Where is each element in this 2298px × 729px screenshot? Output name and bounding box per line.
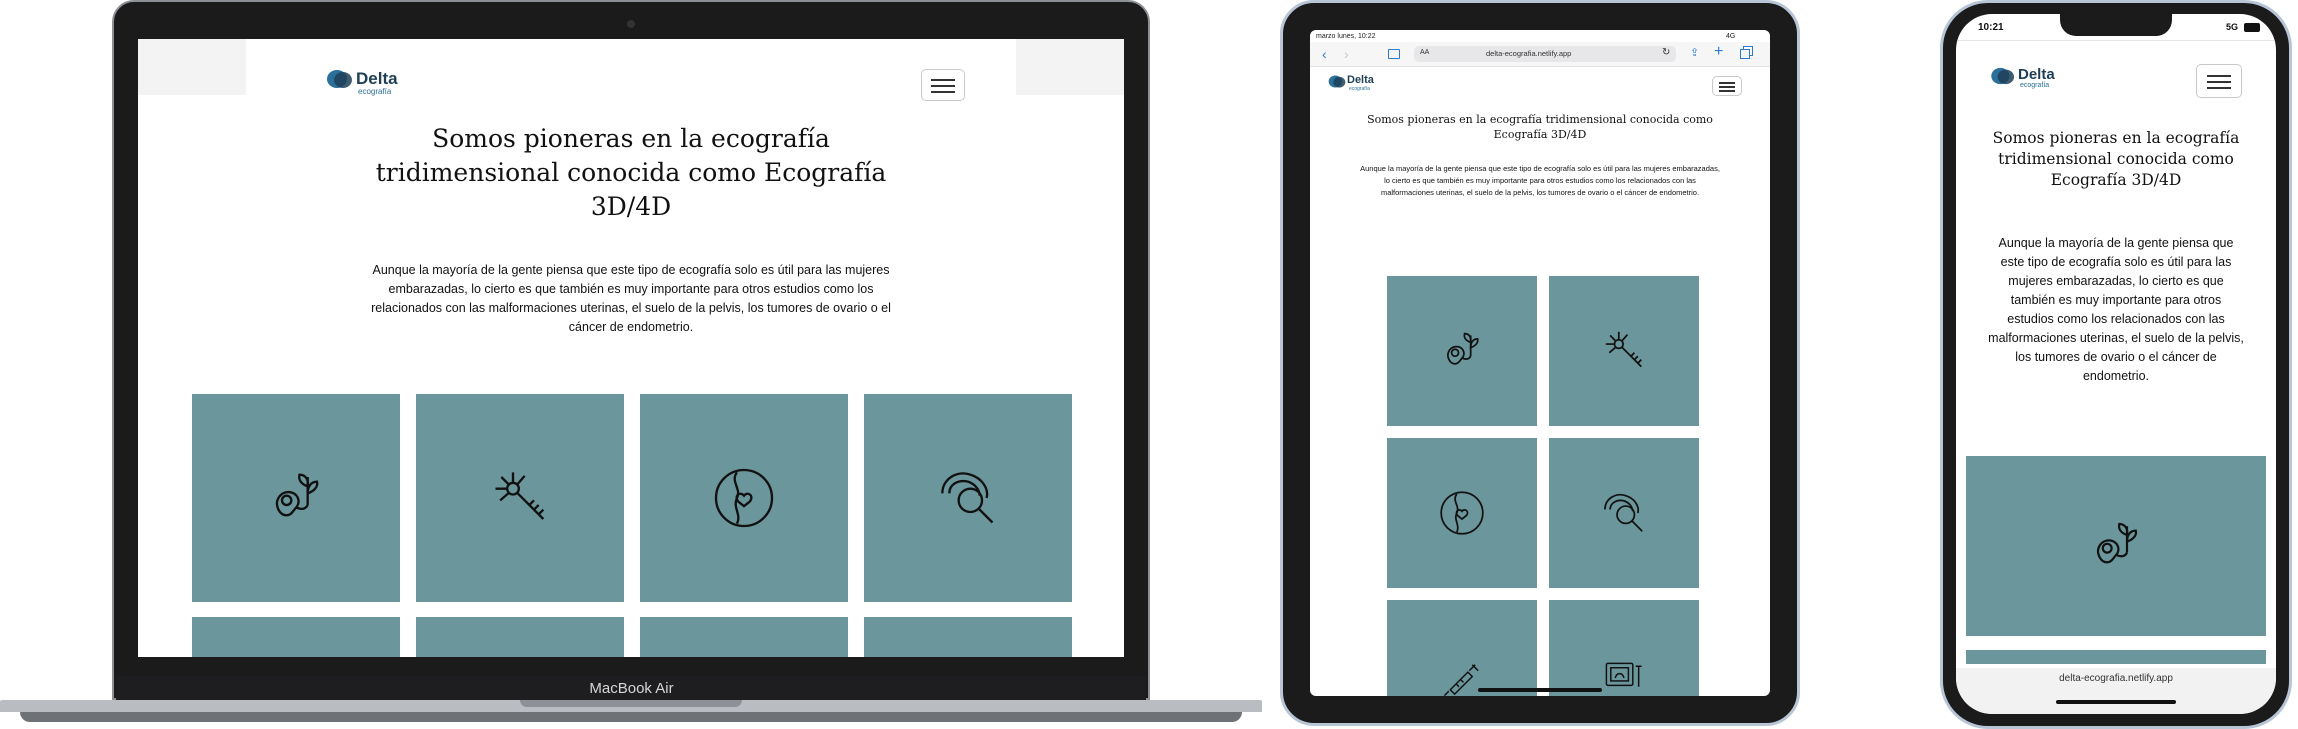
service-tile[interactable] (1549, 600, 1699, 696)
phone-status-time: 10:21 (1978, 22, 2004, 33)
intro-text: Aunque la mayoría de la gente piensa que… (1988, 236, 2244, 383)
share-icon[interactable]: ⇪ (1690, 46, 1699, 59)
intro-text: Aunque la mayoría de la gente piensa que… (1360, 164, 1720, 197)
reader-icon[interactable] (1388, 49, 1400, 59)
logo-icon (1328, 75, 1346, 88)
service-tile[interactable] (640, 394, 848, 602)
phone-address-bar[interactable]: delta-ecografia.netlify.app (1956, 668, 2276, 714)
logo-tagline: ecografía (2020, 82, 2050, 89)
notch (2060, 14, 2172, 36)
ovary-magnifier-icon (1604, 493, 1643, 532)
service-tile[interactable] (192, 394, 400, 602)
laptop-notch (520, 700, 742, 707)
back-icon[interactable]: ‹ (1322, 46, 1327, 62)
menu-toggle-button[interactable] (2196, 64, 2242, 98)
logo[interactable]: Delta ecografía (1990, 66, 2055, 91)
service-tile[interactable] (1549, 276, 1699, 426)
service-tile[interactable] (1387, 438, 1537, 588)
new-tab-icon[interactable]: + (1714, 43, 1723, 61)
service-tile[interactable] (864, 394, 1072, 602)
logo-tagline: ecografía (1349, 86, 1370, 92)
logo-tagline: ecografía (358, 87, 392, 96)
service-tile[interactable] (1387, 276, 1537, 426)
battery-icon (2244, 23, 2260, 32)
fetus-icon (2097, 522, 2138, 564)
service-tile[interactable] (416, 394, 624, 602)
divider (1956, 40, 2276, 41)
fetus-icon (275, 473, 319, 517)
tablet-status-time: marzo lunes, 10:22 (1316, 33, 1376, 40)
camera (627, 20, 635, 28)
service-tile[interactable] (864, 617, 1072, 657)
url-text: delta-ecografia.netlify.app (2059, 673, 2173, 684)
ovary-magnifier-icon (941, 472, 994, 524)
home-indicator[interactable] (1478, 688, 1602, 692)
service-tile[interactable] (192, 617, 400, 657)
page-title: Somos pioneras en la ecografía tridimens… (1367, 113, 1713, 141)
logo-name: Delta (2018, 66, 2055, 83)
service-tile[interactable] (1966, 456, 2266, 636)
service-tile[interactable] (1966, 650, 2266, 664)
fetus-icon (1447, 332, 1479, 365)
service-tile[interactable] (416, 617, 624, 657)
tabs-icon[interactable] (1740, 49, 1750, 59)
uterus-icon (1440, 491, 1484, 535)
text-size-button[interactable]: AA (1420, 49, 1429, 56)
intro-text: Aunque la mayoría de la gente piensa que… (371, 263, 891, 334)
neuron-icon (495, 472, 545, 520)
uterus-icon (714, 468, 774, 528)
menu-toggle-button[interactable] (1712, 76, 1742, 96)
laptop-screen: Delta ecografía Somos pioneras en la eco… (138, 39, 1124, 657)
logo-name: Delta (1347, 74, 1374, 86)
reload-icon[interactable]: ↻ (1662, 47, 1670, 58)
logo[interactable]: Delta ecografía (326, 68, 398, 96)
page-title: Somos pioneras en la ecografía tridimens… (1992, 129, 2240, 189)
address-bar[interactable]: AA delta-ecografia.netlify.app ↻ (1414, 46, 1676, 62)
logo[interactable]: Delta ecografía (1328, 74, 1374, 94)
menu-toggle-button[interactable] (921, 69, 965, 101)
page-title: Somos pioneras en la ecografía tridimens… (375, 124, 887, 221)
home-indicator[interactable] (2056, 700, 2176, 704)
tablet-status-signal: 4G (1726, 33, 1736, 40)
service-tile[interactable] (640, 617, 848, 657)
ultrasound-monitor-icon (1605, 662, 1642, 687)
laptop-model-label: MacBook Air (589, 680, 674, 697)
tablet-screen: marzo lunes, 10:22 4G ‹ › AA delta-ecogr… (1310, 30, 1770, 696)
logo-name: Delta (356, 69, 398, 88)
neuron-icon (1605, 331, 1642, 368)
service-tile[interactable] (1549, 438, 1699, 588)
url-text: delta-ecografia.netlify.app (1486, 49, 1572, 58)
logo-icon (327, 70, 352, 88)
service-tile[interactable] (1387, 600, 1537, 696)
phone-status-signal: 5G (2226, 22, 2239, 32)
logo-icon (1991, 67, 2014, 85)
forward-icon[interactable]: › (1344, 46, 1349, 62)
laptop-bottom (20, 712, 1242, 722)
phone-screen: 10:21 5G Delta ecografía Somos pioneras … (1956, 14, 2276, 714)
